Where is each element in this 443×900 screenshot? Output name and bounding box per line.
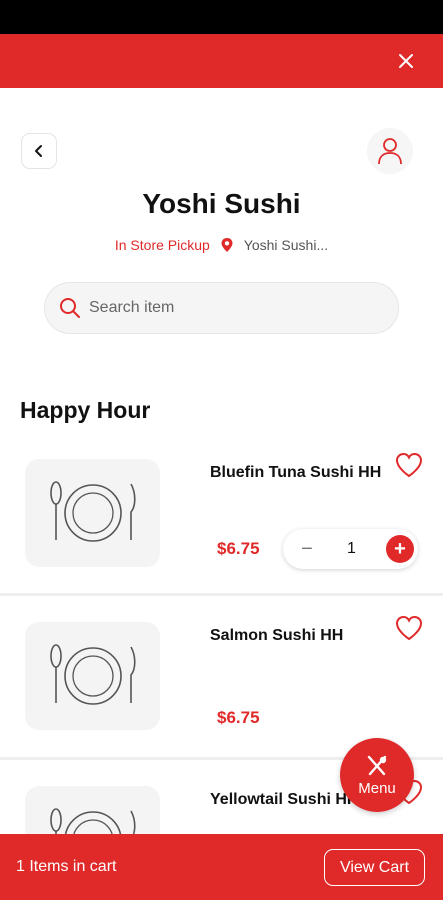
item-name: Bluefin Tuna Sushi HH [210,464,382,481]
quantity-stepper[interactable]: − 1 + [283,529,418,569]
menu-fab-button[interactable]: Menu [340,738,414,812]
cart-count: 1 Items in cart [16,858,117,875]
store-subline: In Store Pickup Yoshi Sushi... [0,237,443,253]
back-button[interactable] [21,133,57,169]
menu-item[interactable]: Salmon Sushi HH $6.75 [0,596,443,760]
profile-button[interactable] [367,128,413,174]
item-thumbnail [25,459,160,567]
menu-item[interactable]: Bluefin Tuna Sushi HH $6.75 − 1 + [0,432,443,596]
pickup-mode[interactable]: In Store Pickup [115,237,210,253]
close-icon[interactable] [395,50,417,72]
search-input[interactable] [89,299,369,317]
status-bar [0,0,443,34]
plate-utensils-icon [49,644,136,705]
decrease-quantity-button[interactable]: − [297,538,317,561]
item-name: Salmon Sushi HH [210,627,344,644]
item-name: Yellowtail Sushi HH [210,791,359,808]
search-bar[interactable] [44,282,399,334]
item-thumbnail [25,622,160,730]
plate-utensils-icon [49,481,136,542]
store-location[interactable]: Yoshi Sushi... [244,237,328,253]
increase-quantity-button[interactable]: + [386,535,414,563]
search-icon [60,298,80,318]
top-bar [0,34,443,88]
item-price: $6.75 [217,539,260,558]
heart-icon[interactable] [395,615,423,641]
store-name: Yoshi Sushi [142,188,301,219]
utensils-icon [367,755,387,775]
menu-fab-label: Menu [358,779,396,797]
heart-icon[interactable] [395,452,423,478]
view-cart-button[interactable]: View Cart [324,849,425,886]
item-price: $6.75 [217,708,260,727]
quantity-value: 1 [347,540,356,557]
section-title: Happy Hour [20,397,151,423]
cart-bar: 1 Items in cart View Cart [0,834,443,900]
user-icon [378,138,402,165]
location-pin-icon [221,238,233,252]
chevron-left-icon [35,145,42,157]
